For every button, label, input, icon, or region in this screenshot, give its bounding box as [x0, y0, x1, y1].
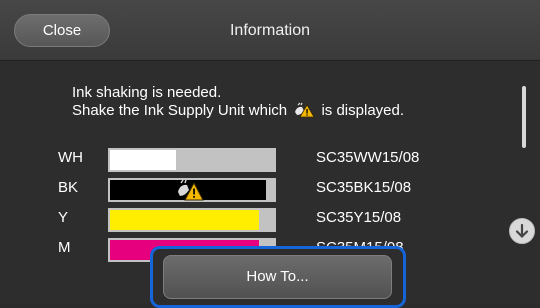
scrollbar[interactable]: [522, 86, 526, 148]
ink-color-code: BK: [58, 179, 79, 196]
ink-part-number: SC35WW15/08: [316, 149, 420, 166]
message-line-2-start: Shake the Ink Supply Unit which: [72, 102, 288, 119]
ink-level-fill: [110, 210, 259, 230]
message-line-1: Ink shaking is needed.: [72, 84, 222, 101]
ink-part-number: SC35Y15/08: [316, 209, 402, 226]
ink-part-number: SC35BK15/08: [316, 179, 412, 196]
message-line-2-end: is displayed.: [321, 102, 405, 119]
message-text: Ink shaking is needed. Shake the Ink Sup…: [72, 84, 502, 120]
ink-row: BK SC35BK15/08: [0, 176, 520, 202]
ink-level-bar: [108, 208, 276, 232]
how-to-focus-ring: How To...: [150, 246, 406, 308]
ink-row: WH SC35WW15/08: [0, 146, 520, 172]
ink-color-code: M: [58, 239, 71, 256]
ink-level-bar: [108, 178, 276, 202]
ink-color-code: Y: [58, 209, 69, 226]
close-button[interactable]: Close: [14, 14, 110, 47]
information-screen: Information Close Ink shaking is needed.…: [0, 0, 540, 308]
ink-level-bar: [108, 148, 276, 172]
ink-shake-warning-icon: [178, 179, 204, 201]
header-bar: Information Close: [0, 0, 540, 61]
ink-shake-warning-icon: [295, 102, 315, 118]
how-to-button[interactable]: How To...: [163, 255, 392, 299]
ink-row: Y SC35Y15/08: [0, 206, 520, 232]
ink-color-code: WH: [58, 149, 83, 166]
arrow-down-icon: [515, 223, 529, 239]
scroll-down-button[interactable]: [509, 218, 535, 244]
message-line-2: Shake the Ink Supply Unit which is displ…: [72, 102, 502, 120]
ink-level-fill: [110, 150, 176, 170]
